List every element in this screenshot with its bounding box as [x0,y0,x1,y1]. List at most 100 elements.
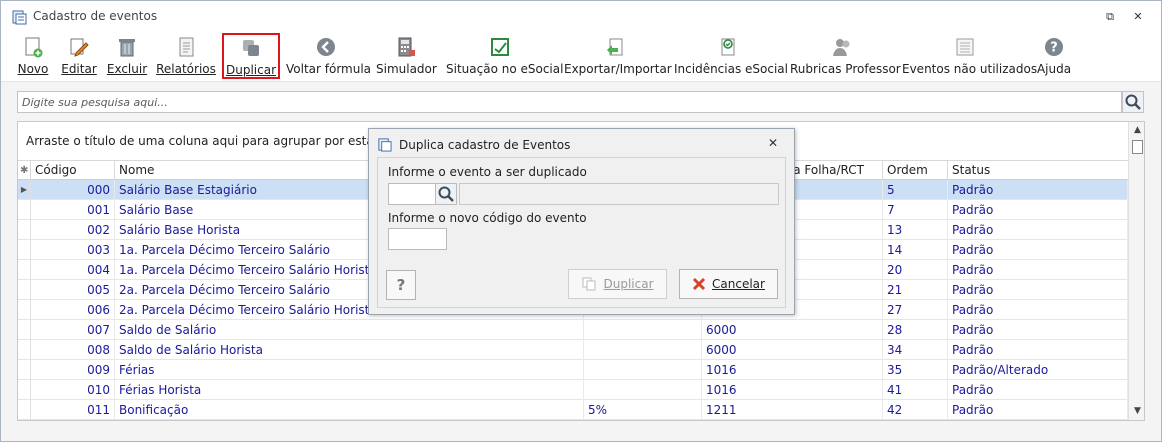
row-indicator [18,400,31,420]
cell-ordem: 21 [883,280,948,300]
row-indicator [18,260,31,280]
cell-ordem: 27 [883,300,948,320]
restore-icon[interactable]: ⧉ [1103,10,1117,24]
row-indicator [18,240,31,260]
report-icon [179,37,194,57]
cell-status: Padrão/Alterado [948,360,1128,380]
reports-button[interactable]: Relatórios [156,34,216,80]
delete-button[interactable]: Excluir [106,34,148,80]
source-event-lookup-button[interactable] [435,183,457,205]
cell-ordem: 35 [883,360,948,380]
cell-ordem: 5 [883,180,948,200]
cell-name: Férias Horista [115,380,584,400]
table-row[interactable]: 008 Saldo de Salário Horista 6000 34 Padrão [18,340,1128,360]
cell-status: Padrão [948,340,1128,360]
cell-code: 011 [31,400,115,420]
help-icon: ? [1045,38,1063,56]
cell-code: 006 [31,300,115,320]
confirm-duplicate-button[interactable]: Duplicar [568,269,667,299]
cell-ordem: 41 [883,380,948,400]
cell-name: Saldo de Salário [115,320,584,340]
search-input[interactable] [17,91,1122,113]
export-import-icon [607,38,623,56]
cell-code: 003 [31,240,115,260]
column-header-order[interactable]: Ordem [883,161,948,180]
cancel-button[interactable]: Cancelar [679,269,778,299]
row-indicator [18,320,31,340]
vertical-scrollbar[interactable]: ▲ ▼ [1128,122,1144,420]
edit-pencil-icon [70,38,89,57]
duplicate-button[interactable]: Duplicar [222,33,280,79]
scroll-up-icon[interactable]: ▲ [1132,125,1143,135]
table-row[interactable]: 011 Bonificação 5% 1211 42 Padrão [18,400,1128,420]
cell-code: 010 [31,380,115,400]
cell-name: Férias [115,360,584,380]
incidences-button[interactable]: Incidências eSocial [674,34,788,80]
column-header-code[interactable]: Código [31,161,115,180]
dialog-app-icon [378,138,392,152]
cell-folha: 6000 [702,320,883,340]
cell-pct [584,380,702,400]
cell-ordem: 14 [883,240,948,260]
unused-events-button[interactable]: Eventos não utilizados [902,34,1037,80]
row-indicator [18,220,31,240]
cell-ordem: 13 [883,220,948,240]
row-indicator [18,340,31,360]
cell-folha: 6000 [702,340,883,360]
row-indicator [18,380,31,400]
dialog-help-button[interactable]: ? [386,270,416,300]
dialog-title-bar: Duplica cadastro de Eventos ✕ [369,129,794,157]
scroll-down-icon[interactable]: ▼ [1132,406,1143,416]
help-button[interactable]: ? Ajuda [1034,34,1074,80]
incidences-icon [721,38,735,56]
window-title: Cadastro de eventos [33,9,158,23]
cell-folha: 1016 [702,380,883,400]
cell-ordem: 20 [883,260,948,280]
cell-ordem: 7 [883,200,948,220]
dialog-close-icon[interactable]: ✕ [766,136,780,150]
header-marker-icon: ✱ [18,161,31,180]
edit-button[interactable]: Editar [60,34,98,80]
duplicate-icon [582,277,596,291]
cell-code: 008 [31,340,115,360]
cell-code: 004 [31,260,115,280]
export-import-button[interactable]: Exportar/Importar [564,34,672,80]
scroll-thumb[interactable] [1132,140,1143,154]
table-row[interactable]: 010 Férias Horista 1016 41 Padrão [18,380,1128,400]
title-bar: Cadastro de eventos ⧉ ✕ [1,1,1161,32]
calculator-icon [398,37,415,57]
cell-status: Padrão [948,180,1128,200]
esocial-status-icon [491,38,509,56]
new-code-input[interactable] [388,228,447,250]
search-icon [438,186,454,202]
close-icon[interactable]: ✕ [1131,10,1145,24]
teacher-rubrics-button[interactable]: Rubricas Professor [790,34,901,80]
unused-list-icon [956,38,974,56]
cell-status: Padrão [948,220,1128,240]
dialog-title: Duplica cadastro de Eventos [399,138,571,152]
table-row[interactable]: 007 Saldo de Salário 6000 28 Padrão [18,320,1128,340]
cell-pct: 5% [584,400,702,420]
new-button[interactable]: Novo [16,34,50,80]
cell-pct [584,340,702,360]
app-icon [12,10,27,25]
table-row[interactable]: 009 Férias 1016 35 Padrão/Alterado [18,360,1128,380]
source-event-description [459,183,779,205]
duplicate-dialog: Duplica cadastro de Eventos ✕ Informe o … [368,128,795,315]
source-event-code-input[interactable] [388,183,436,205]
column-header-status[interactable]: Status [948,161,1128,180]
cell-code: 001 [31,200,115,220]
search-button[interactable] [1122,91,1144,113]
back-formula-button[interactable]: Voltar fórmula [286,34,371,80]
esocial-status-button[interactable]: Situação no eSocial [446,34,563,80]
source-event-label: Informe o evento a ser duplicado [388,165,587,179]
cell-code: 007 [31,320,115,340]
cell-pct [584,320,702,340]
row-indicator [18,360,31,380]
dialog-body: Informe o evento a ser duplicado Informe… [377,157,786,308]
new-document-icon [25,37,43,58]
cell-status: Padrão [948,240,1128,260]
cell-pct [584,360,702,380]
cell-name: Bonificação [115,400,584,420]
simulator-button[interactable]: Simulador [376,34,437,80]
